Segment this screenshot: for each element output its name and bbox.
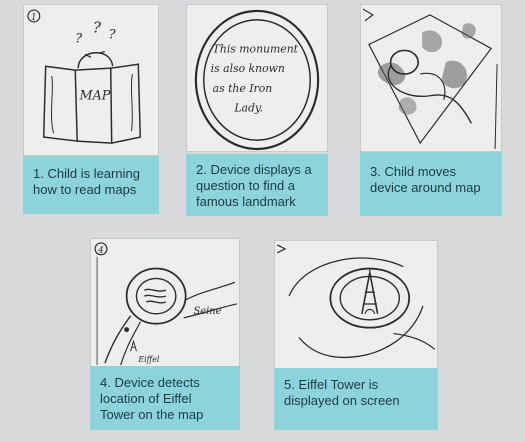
caption-line: device around map	[370, 180, 481, 195]
sketch-drawing	[276, 244, 436, 359]
caption-panel-1: 1. Child is learning how to read maps	[23, 156, 159, 214]
caption-line: question to find a	[196, 178, 296, 193]
caption-line: 3. Child moves	[370, 164, 456, 179]
storyboard-panel-3: 3. Child moves device around map	[360, 4, 502, 216]
panel-number-label: 1	[31, 13, 37, 23]
storyboard-panel-4: 4 Seine Eiffel 4. Device detects locatio…	[90, 238, 240, 430]
sketch-drawing	[362, 8, 498, 149]
sketch-drawing: 4 Seine Eiffel	[94, 242, 238, 366]
caption-line: famous landmark	[196, 194, 296, 209]
sketch-device-detects-location: 4 Seine Eiffel	[90, 238, 240, 368]
storyboard-panel-2: This monument is also known as the Iron …	[186, 4, 328, 216]
sketch-child-reading-map: 1 ? ? ? MAP	[23, 4, 159, 156]
sketch-device-over-map	[360, 4, 502, 152]
caption-panel-5: 5. Eiffel Tower is displayed on screen	[274, 368, 438, 430]
handwritten-question-line: is also known	[211, 62, 285, 75]
caption-line: 2. Device displays a	[196, 162, 312, 177]
storyboard-panel-1: 1 ? ? ? MAP 1. Child is learning how to …	[23, 4, 159, 214]
caption-line: displayed on screen	[284, 393, 400, 408]
caption-panel-3: 3. Child moves device around map	[360, 152, 502, 216]
panel-number-label: 4	[97, 246, 104, 256]
sketch-eiffel-tower-on-screen	[274, 240, 438, 370]
handwritten-question-line: as the Iron	[213, 82, 273, 95]
handwritten-question-line: This monument	[213, 42, 299, 55]
caption-panel-4: 4. Device detects location of Eiffel Tow…	[90, 366, 240, 430]
caption-line: how to read maps	[33, 182, 137, 197]
sketch-device-question: This monument is also known as the Iron …	[186, 4, 328, 152]
sketch-drawing: 1 ? ? ? MAP	[27, 9, 142, 144]
handwritten-question-line: Lady.	[233, 102, 263, 115]
sketch-drawing: This monument is also known as the Iron …	[194, 9, 320, 151]
caption-line: 4. Device detects	[100, 375, 200, 390]
caption-line: 1. Child is learning	[33, 166, 140, 181]
caption-panel-2: 2. Device displays a question to find a …	[186, 154, 328, 216]
caption-line: 5. Eiffel Tower is	[284, 377, 379, 392]
question-mark: ?	[75, 32, 82, 47]
caption-line: location of Eiffel	[100, 391, 192, 406]
landmark-label: Eiffel	[137, 355, 159, 364]
storyboard-panel-5: 5. Eiffel Tower is displayed on screen	[274, 240, 438, 432]
question-mark: ?	[93, 20, 101, 37]
river-label: Seine	[194, 306, 222, 317]
caption-line: Tower on the map	[100, 407, 204, 422]
question-mark: ?	[109, 28, 116, 43]
map-label: MAP	[78, 89, 110, 104]
